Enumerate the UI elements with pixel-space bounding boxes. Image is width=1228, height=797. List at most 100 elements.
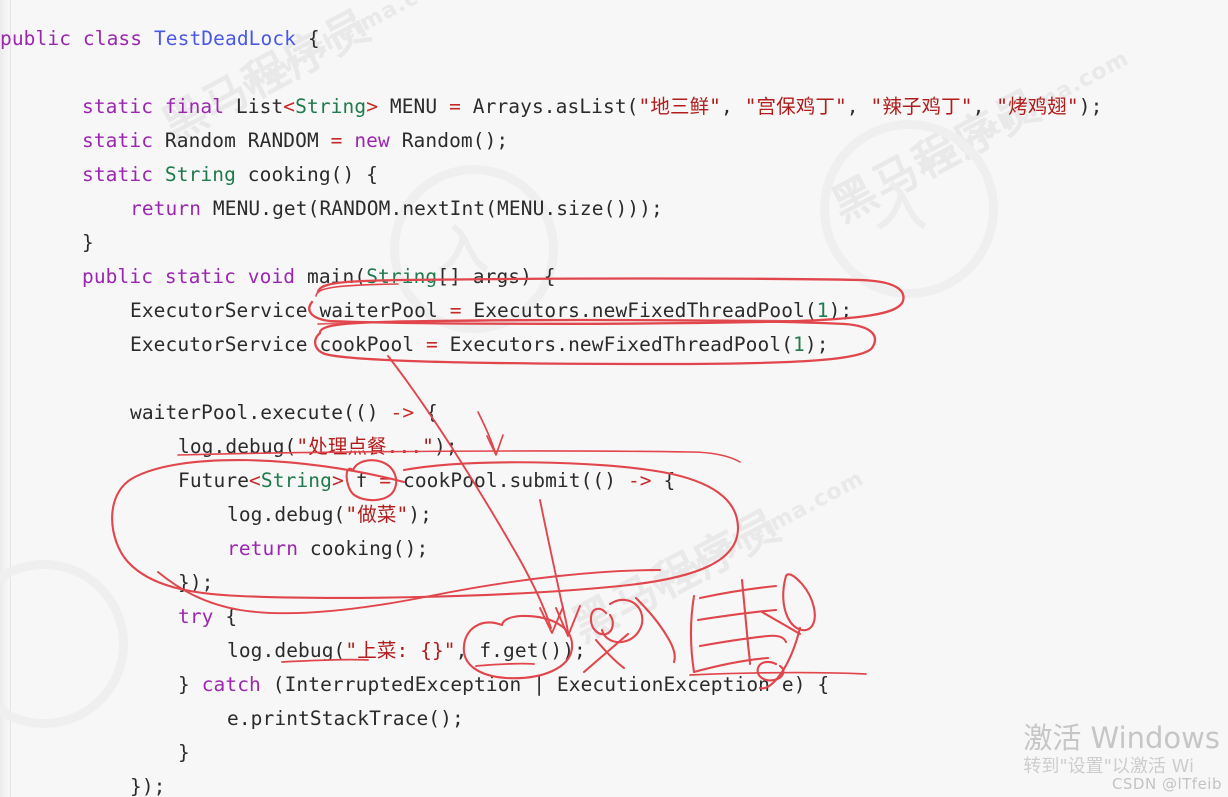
code-token: ); xyxy=(434,435,458,458)
code-token: static xyxy=(82,163,154,186)
code-token: ); xyxy=(408,503,432,526)
code-token: (InterruptedException | ExecutionExcepti… xyxy=(260,673,830,696)
code-token: waiterPool.execute(() xyxy=(130,401,391,424)
code-token: { xyxy=(296,27,320,50)
code-token: ); xyxy=(1078,95,1103,118)
code-line: }); xyxy=(0,566,1228,600)
code-token: "烤鸡翅" xyxy=(996,95,1079,118)
code-token: { xyxy=(213,605,238,628)
code-token: return xyxy=(130,197,202,220)
code-token: static xyxy=(82,129,154,152)
code-token: = xyxy=(330,129,343,152)
code-token: new xyxy=(354,129,390,152)
code-token: "做菜" xyxy=(345,503,409,526)
code-token: MENU xyxy=(378,95,450,118)
code-editor-body: public class TestDeadLock { static final… xyxy=(0,0,1228,797)
code-token: < xyxy=(283,95,296,118)
code-token: static xyxy=(82,95,154,118)
code-line: static String cooking() { xyxy=(0,158,1228,192)
code-token: > xyxy=(331,469,344,492)
code-token: Random(); xyxy=(389,129,509,152)
code-token: ); xyxy=(828,299,853,322)
code-token: try xyxy=(178,605,214,628)
code-token: [] args) { xyxy=(437,265,556,288)
code-token: -> xyxy=(390,401,415,424)
code-token: void xyxy=(247,265,296,288)
code-token: String xyxy=(260,469,332,492)
code-token: ExecutorService cookPool xyxy=(130,333,426,356)
code-token: Executors.newFixedThreadPool( xyxy=(461,299,817,322)
code-line: static Random RANDOM = new Random(); xyxy=(0,124,1228,158)
code-token: } xyxy=(178,673,202,696)
code-token: final xyxy=(164,95,225,118)
code-token: } xyxy=(82,231,94,254)
code-token: = xyxy=(449,95,461,118)
code-token: log.debug( xyxy=(227,503,346,526)
code-line: return cooking(); xyxy=(0,532,1228,566)
csdn-credit-watermark: CSDN @lTfeib xyxy=(1111,775,1222,793)
code-token: } xyxy=(178,741,190,764)
code-token: log.debug( xyxy=(178,435,297,458)
code-token: = xyxy=(426,333,438,356)
code-token: , f.get()); xyxy=(455,639,586,662)
code-token: 1 xyxy=(816,299,829,322)
code-line: } catch (InterruptedException | Executio… xyxy=(0,668,1228,702)
code-token: public xyxy=(0,27,72,50)
code-token: log.debug( xyxy=(227,639,346,662)
code-line: log.debug("上菜: {}", f.get()); xyxy=(0,634,1228,668)
code-line: public static void main(String[] args) { xyxy=(0,260,1228,294)
code-line: waiterPool.execute(() -> { xyxy=(0,396,1228,430)
code-token: List xyxy=(224,95,284,118)
code-token: e.printStackTrace(); xyxy=(227,707,464,730)
code-line: ExecutorService waiterPool = Executors.n… xyxy=(0,294,1228,328)
code-token: { xyxy=(414,401,438,424)
code-token: "上菜: {}" xyxy=(345,639,456,662)
code-line: Future<String> f = cookPool.submit(() ->… xyxy=(0,464,1228,498)
code-line: log.debug("做菜"); xyxy=(0,498,1228,532)
code-token: catch xyxy=(201,673,261,696)
code-token: main( xyxy=(295,265,367,288)
code-token: }); xyxy=(130,775,166,797)
code-screenshot: 黑马程序员 www.itheima.com 黑马程序员 www.itheima.… xyxy=(0,0,1228,797)
code-line: static final List<String> MENU = Arrays.… xyxy=(0,90,1228,124)
code-token: String xyxy=(295,95,367,118)
code-token: Executors.newFixedThreadPool( xyxy=(437,333,794,356)
code-token: cooking(); xyxy=(298,537,429,560)
code-line: return MENU.get(RANDOM.nextInt(MENU.size… xyxy=(0,192,1228,226)
code-token: ); xyxy=(804,333,829,356)
code-token: , xyxy=(846,95,871,118)
code-token: = xyxy=(379,469,392,492)
code-line: try { xyxy=(0,600,1228,634)
code-token: Arrays.asList( xyxy=(460,95,639,118)
code-line: public class TestDeadLock { xyxy=(0,22,1228,56)
code-token: > xyxy=(366,95,379,118)
code-token: class xyxy=(82,27,143,50)
code-token: return xyxy=(227,537,299,560)
code-token: cookPool.submit(() xyxy=(391,469,628,492)
code-token: , xyxy=(721,95,745,118)
code-token: "宫保鸡丁" xyxy=(744,95,847,118)
code-token: "地三鲜" xyxy=(638,95,722,118)
code-token: Future xyxy=(178,469,250,492)
code-token: public xyxy=(82,265,154,288)
code-line: ExecutorService cookPool = Executors.new… xyxy=(0,328,1228,362)
code-token: < xyxy=(249,469,261,492)
code-token: "处理点餐..." xyxy=(296,435,435,458)
windows-activation-watermark: 激活 Windows 转到"设置"以激活 Wi xyxy=(1023,721,1220,779)
activation-title: 激活 Windows xyxy=(1023,721,1220,755)
code-token: MENU.get(RANDOM.nextInt(MENU.size())); xyxy=(201,197,663,220)
code-token: Random RANDOM xyxy=(153,129,331,152)
code-token: 1 xyxy=(793,333,805,356)
code-token: TestDeadLock xyxy=(153,27,297,50)
code-token: f xyxy=(343,469,380,492)
code-token: ExecutorService waiterPool xyxy=(130,299,450,322)
